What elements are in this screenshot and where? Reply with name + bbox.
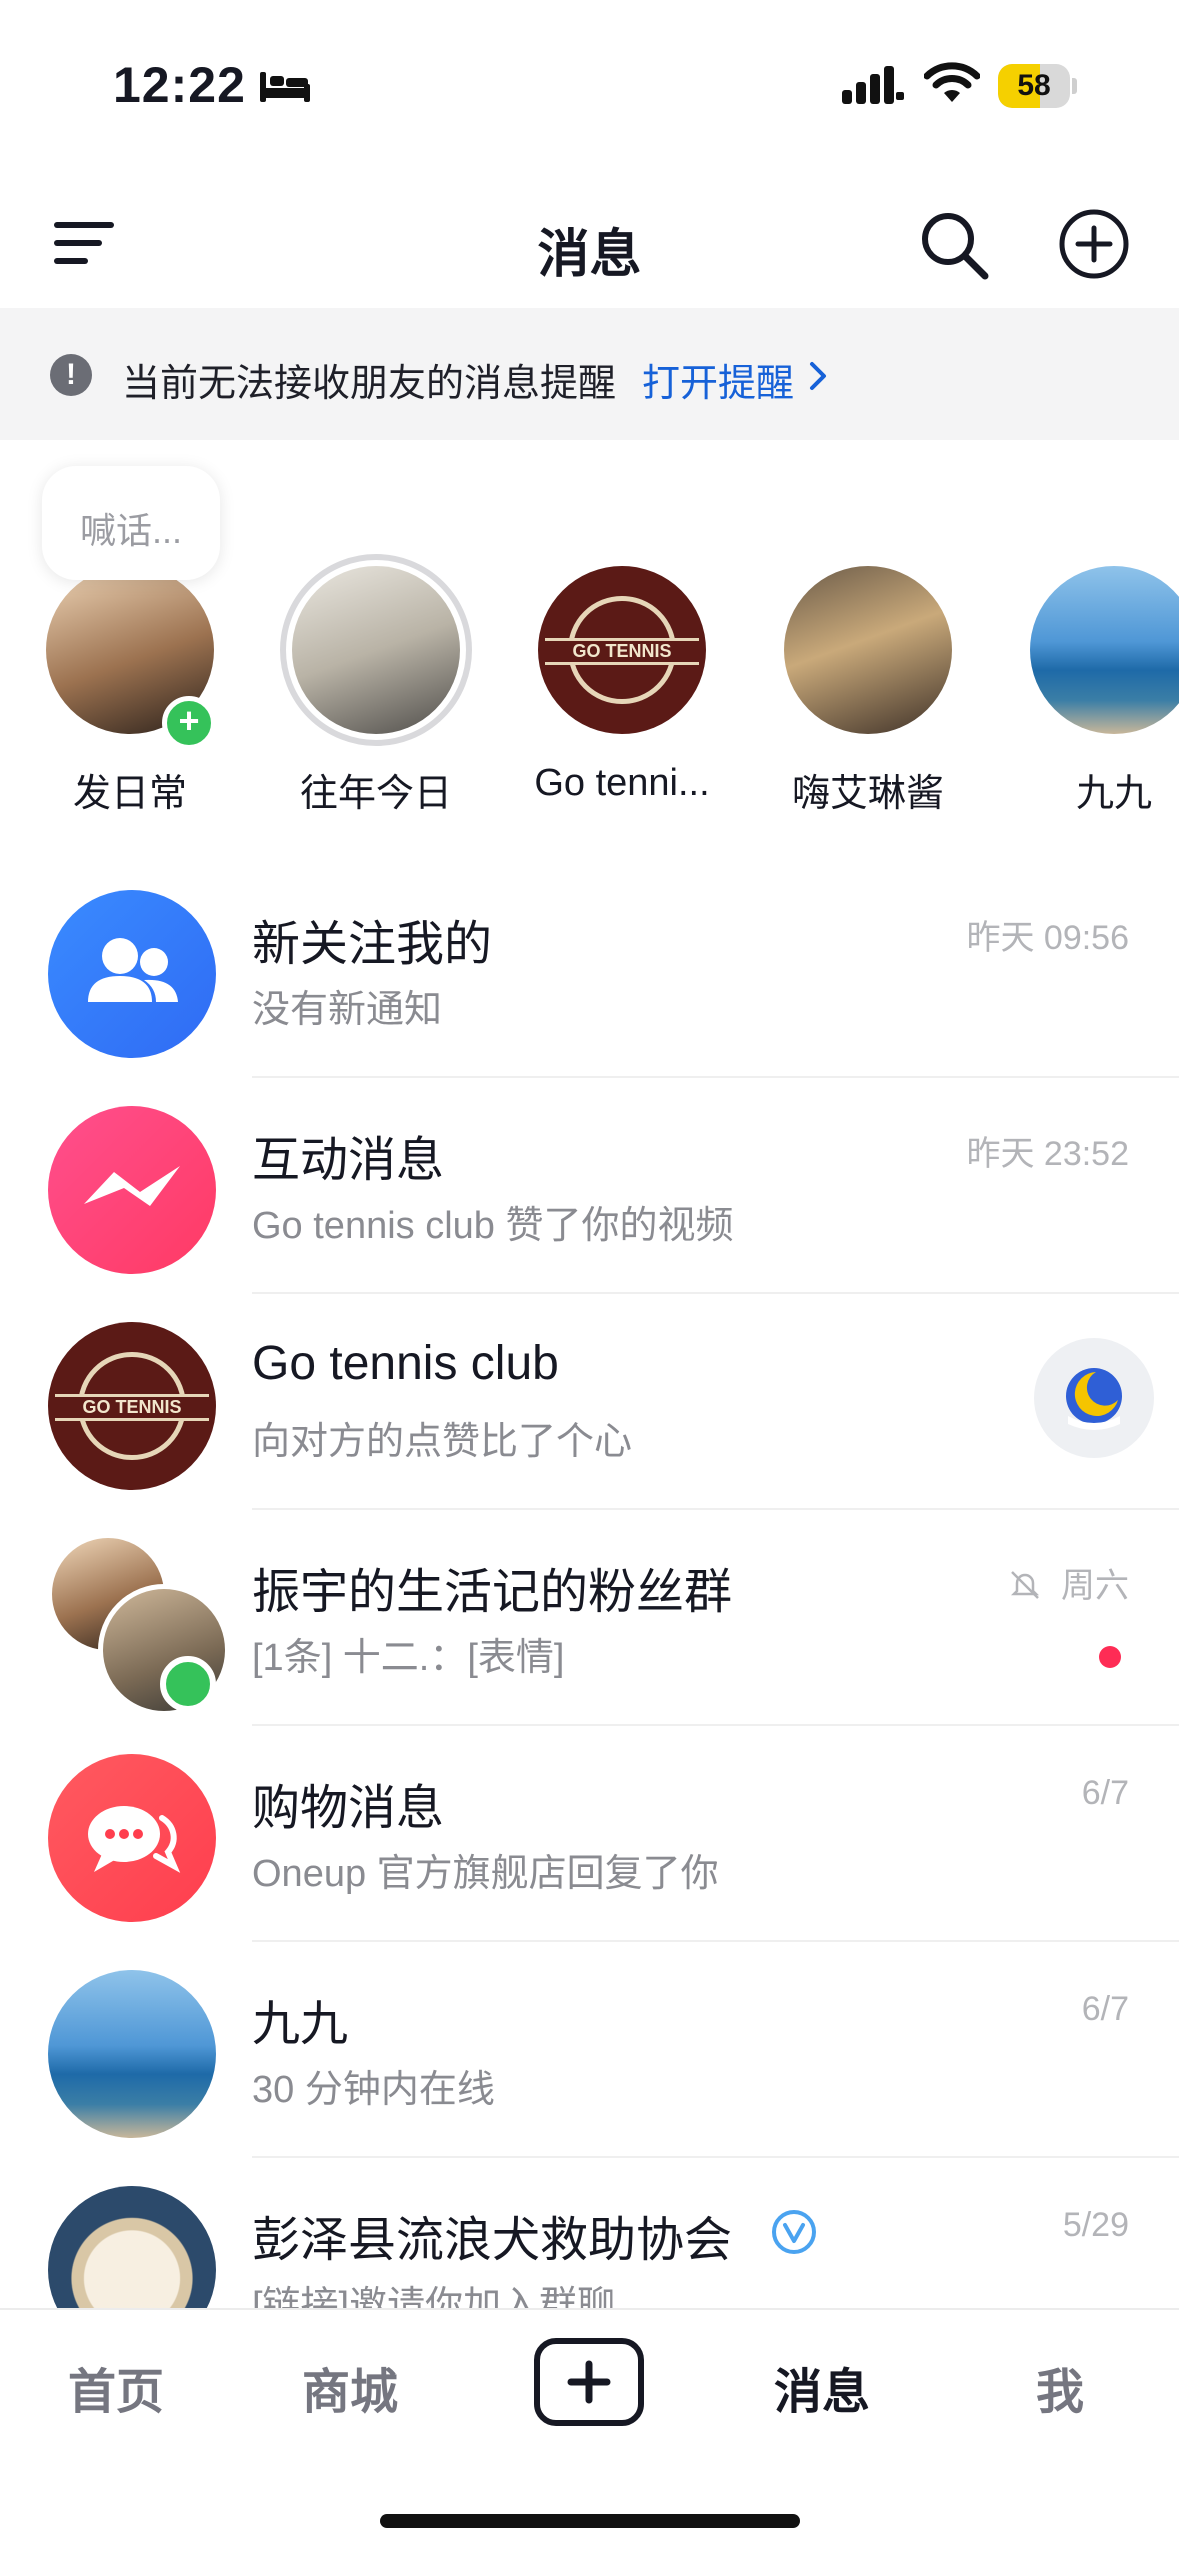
moon-sticker-icon[interactable]	[1034, 1338, 1154, 1458]
plus-icon	[567, 2360, 611, 2404]
go-tennis-logo: GO TENNIS	[538, 566, 706, 734]
status-bubble[interactable]: 喊话...	[42, 466, 220, 580]
story-label: 九九	[1075, 773, 1152, 815]
conversation-time: 6/7	[1081, 1990, 1129, 2028]
tab-home[interactable]: 首页	[68, 2352, 164, 2422]
notice-text: 当前无法接收朋友的消息提醒	[122, 363, 617, 405]
conversation-preview: Go tennis club 赞了你的视频	[252, 1205, 734, 1247]
story-label: 嗨艾琳酱	[791, 773, 944, 815]
list-item-shopping[interactable]: 购物消息 Oneup 官方旗舰店回复了你 6/7	[0, 1726, 1179, 1942]
status-time: 12:22	[113, 57, 246, 113]
jiujiu-avatar	[1030, 566, 1179, 734]
story-memories[interactable]: 往年今日	[276, 554, 476, 816]
wifi-icon	[924, 62, 980, 102]
list-item-go-tennis-club[interactable]: GO TENNIS Go tennis club 向对方的点赞比了个心	[0, 1294, 1179, 1510]
notification-permission-banner: ! 当前无法接收朋友的消息提醒 打开提醒	[0, 308, 1179, 440]
story-jiujiu[interactable]: 九九	[1014, 556, 1179, 816]
conversation-title: 购物消息	[252, 1782, 445, 1835]
verified-badge-icon	[772, 2210, 816, 2254]
unread-dot	[1099, 1646, 1121, 1668]
cellular-signal-icon	[842, 66, 904, 104]
story-post-daily[interactable]: + 发日常	[30, 556, 230, 816]
tab-messages[interactable]: 消息	[774, 2352, 870, 2422]
jiujiu-avatar	[48, 1970, 216, 2138]
search-icon[interactable]	[917, 208, 991, 282]
conversation-time: 周六	[1007, 1558, 1129, 1607]
story-go-tennis[interactable]: GO TENNIS Go tenni...	[522, 556, 722, 816]
story-label: 往年今日	[299, 773, 452, 815]
go-tennis-logo-text: GO TENNIS	[544, 638, 700, 666]
tab-mall[interactable]: 商城	[302, 2352, 398, 2422]
muted-bell-icon	[1010, 1571, 1040, 1599]
create-post-button[interactable]	[534, 2338, 644, 2426]
lightning-chat-icon	[48, 1106, 216, 1274]
warning-icon: !	[50, 354, 92, 396]
people-icon	[48, 890, 216, 1058]
conversation-time: 6/7	[1081, 1774, 1129, 1812]
battery-percent: 58	[1017, 69, 1051, 102]
conversation-title: 彭泽县流浪犬救助协会	[252, 2214, 733, 2267]
list-item-interactions[interactable]: 互动消息 Go tennis club 赞了你的视频 昨天 23:52	[0, 1078, 1179, 1294]
online-status-dot	[160, 1656, 216, 1712]
conversation-time: 昨天 23:52	[966, 1135, 1129, 1173]
battery-indicator: 58	[998, 64, 1078, 108]
list-item-jiujiu[interactable]: 九九 30 分钟内在线 6/7	[0, 1942, 1179, 2158]
list-item-fan-group[interactable]: 振宇的生活记的粉丝群 [1条] 十二.：[表情] 周六	[0, 1510, 1179, 1726]
add-story-badge[interactable]: +	[162, 696, 216, 750]
story-label: 发日常	[72, 773, 187, 815]
bed-icon	[260, 72, 310, 102]
page-title: 消息	[537, 226, 642, 284]
chat-bubbles-icon	[48, 1754, 216, 1922]
conversation-title: 九九	[252, 1998, 349, 2051]
conversation-preview: Oneup 官方旗舰店回复了你	[252, 1853, 719, 1895]
story-haiailin[interactable]: 嗨艾琳酱	[768, 556, 968, 816]
conversation-title: Go tennis club	[252, 1337, 559, 1390]
list-item-new-followers[interactable]: 新关注我的 没有新通知 昨天 09:56	[0, 862, 1179, 1078]
go-tennis-logo-text: GO TENNIS	[54, 1394, 210, 1422]
conversation-time: 5/29	[1062, 2206, 1129, 2244]
conversation-title: 互动消息	[252, 1134, 445, 1187]
conversation-time-text: 周六	[1061, 1567, 1129, 1605]
chevron-right-icon[interactable]	[806, 360, 830, 392]
status-bubble-text: 喊话...	[79, 510, 182, 551]
story-label: Go tenni...	[534, 762, 710, 804]
haiailin-avatar	[784, 566, 952, 734]
add-circle-icon[interactable]	[1058, 208, 1130, 280]
enable-notifications-link[interactable]: 打开提醒	[642, 352, 794, 407]
conversation-title: 新关注我的	[252, 918, 493, 971]
conversation-title: 振宇的生活记的粉丝群	[252, 1566, 733, 1619]
conversation-preview: 没有新通知	[252, 989, 443, 1031]
memories-avatar	[292, 566, 460, 734]
conversation-time: 昨天 09:56	[966, 919, 1129, 957]
go-tennis-avatar: GO TENNIS	[48, 1322, 216, 1490]
conversation-preview: 30 分钟内在线	[252, 2069, 495, 2111]
conversation-preview: [1条] 十二.：[表情]	[252, 1637, 565, 1679]
conversation-preview: 向对方的点赞比了个心	[252, 1421, 633, 1463]
home-indicator	[380, 2514, 800, 2528]
tab-me[interactable]: 我	[1036, 2352, 1084, 2422]
